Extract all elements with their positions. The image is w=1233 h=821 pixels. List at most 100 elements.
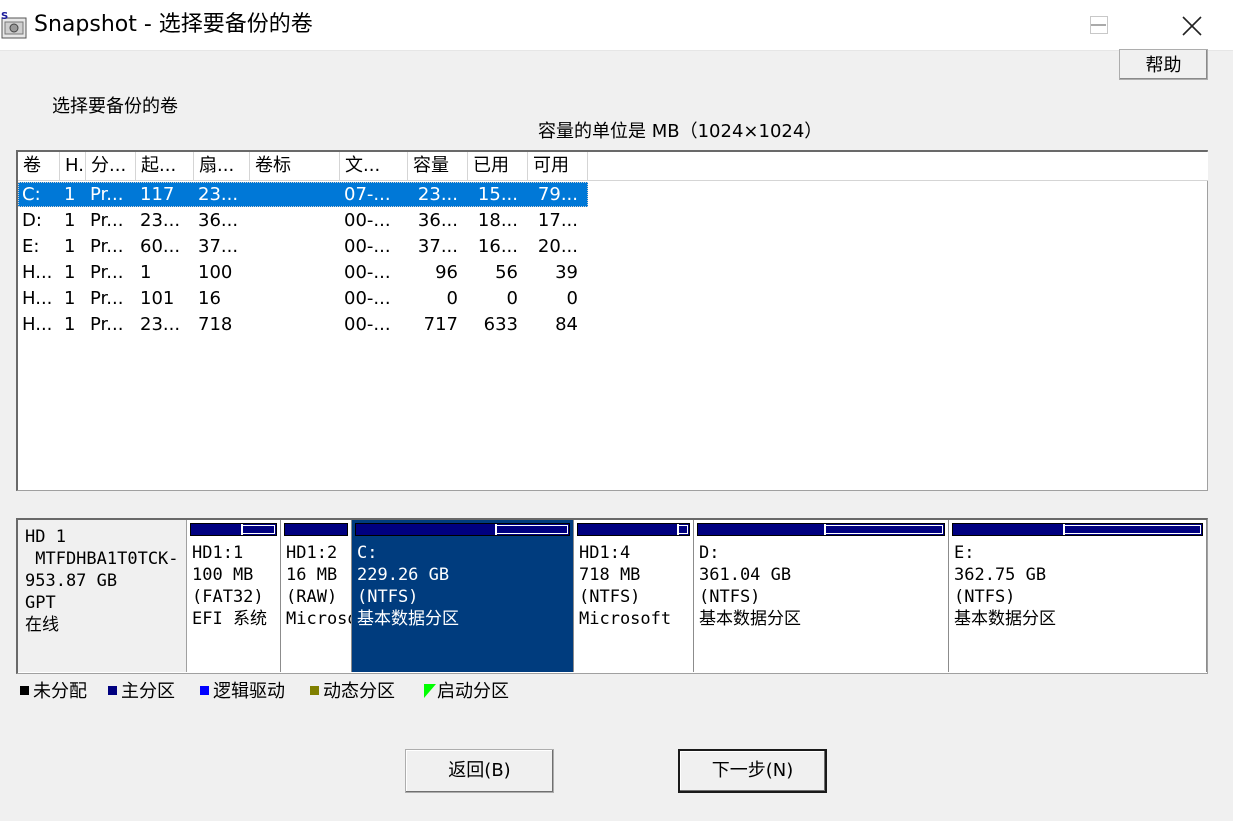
column-header-capacity[interactable]: 容量 xyxy=(408,152,468,180)
partition-line: D: xyxy=(699,543,720,563)
table-cell-free: 39 xyxy=(555,262,578,283)
close-button[interactable] xyxy=(1161,0,1221,50)
partition-hd1-1[interactable]: HD1:1 100 MB (FAT32) EFI 系统 xyxy=(187,520,281,672)
table-row-content: H... 1 Pr... 1 100 00-... 96 56 39 xyxy=(18,260,588,285)
table-cell-sectors: 718 xyxy=(198,314,233,335)
partition-hd1-4[interactable]: HD1:4 718 MB (NTFS) Microsoft xyxy=(574,520,694,672)
partition-usage-bar xyxy=(355,523,570,536)
table-cell-used: 56 xyxy=(495,262,518,283)
partition-line: 基本数据分区 xyxy=(699,609,801,629)
table-cell-start: 23... xyxy=(140,210,181,231)
column-header-sectors[interactable]: 扇... xyxy=(194,152,250,180)
partition-line: E: xyxy=(954,543,975,563)
partition-hd1-2[interactable]: HD1:216 MB(RAW)Microsoft xyxy=(281,520,352,672)
partition-usage-bar xyxy=(577,523,690,536)
table-cell-type: Pr... xyxy=(90,288,124,309)
column-header-used[interactable]: 已用 xyxy=(468,152,528,180)
table-cell-vol: E: xyxy=(22,236,40,257)
next-button[interactable]: 下一步(N) xyxy=(678,749,827,793)
table-cell-type: Pr... xyxy=(90,314,124,335)
table-row-content: H... 1 Pr... 23... 718 00-... 717 633 84 xyxy=(18,312,588,337)
legend-label: 启动分区 xyxy=(437,681,509,702)
table-cell-h: 1 xyxy=(64,314,76,335)
partition-usage-bar xyxy=(190,523,277,536)
partition-usage-bar xyxy=(952,523,1203,536)
column-header-free[interactable]: 可用 xyxy=(528,152,588,180)
table-cell-type: Pr... xyxy=(90,236,124,257)
table-cell-vol: H... xyxy=(22,314,53,335)
table-cell-fs: 00-... xyxy=(344,314,391,335)
partition-text: D: 361.04 GB (NTFS) 基本数据分区 xyxy=(699,542,801,630)
table-cell-label xyxy=(250,286,340,311)
disk-name: HD 1 xyxy=(25,527,66,547)
legend-swatch xyxy=(20,686,29,695)
column-header-filesystem[interactable]: 文... xyxy=(340,152,408,180)
table-cell-start: 101 xyxy=(140,288,175,309)
column-header-label[interactable]: 卷标 xyxy=(250,152,340,180)
column-header-start[interactable]: 起... xyxy=(136,152,194,180)
table-cell-vol: H... xyxy=(22,262,53,283)
partition-line: 16 MB xyxy=(286,565,338,585)
partition-text: C: 229.26 GB (NTFS) 基本数据分区 xyxy=(357,542,459,630)
table-cell-start: 117 xyxy=(140,184,175,205)
table-cell-sectors: 23... xyxy=(198,184,239,205)
table-row[interactable]: C: 1 Pr... 117 23... 07-... 23... 15... 79... xyxy=(18,182,1208,207)
partition-line: (NTFS) xyxy=(954,587,1016,607)
partition-free-space xyxy=(826,525,943,534)
legend-swatch xyxy=(108,686,117,695)
disk-map: HD 1 MTFDHBA1T0TCK- 953.87 GB GPT 在线 HD1… xyxy=(16,518,1208,674)
table-cell-size: 0 xyxy=(446,288,458,309)
table-cell-start: 23... xyxy=(140,314,181,335)
table-cell-fs: 07-... xyxy=(344,184,391,205)
partition-text: HD1:216 MB(RAW)Microsoft xyxy=(286,542,351,630)
table-cell-used: 0 xyxy=(506,288,518,309)
table-cell-free: 0 xyxy=(566,288,578,309)
partition-line: 718 MB xyxy=(579,565,641,585)
partition-d[interactable]: D: 361.04 GB (NTFS) 基本数据分区 xyxy=(694,520,949,672)
disk-status: 在线 xyxy=(25,615,59,635)
table-row[interactable]: D: 1 Pr... 23... 36... 00-... 36... 18... 17... xyxy=(18,208,1208,233)
table-cell-size: 717 xyxy=(423,314,458,335)
partition-usage-bar xyxy=(697,523,945,536)
table-cell-vol: H... xyxy=(22,288,53,309)
disk-size: 953.87 GB xyxy=(25,571,118,591)
back-button[interactable]: 返回(B) xyxy=(405,749,554,793)
partition-text: E: 362.75 GB (NTFS) 基本数据分区 xyxy=(954,542,1056,630)
app-icon: S xyxy=(0,10,28,40)
partition-line: HD1:1 xyxy=(192,543,244,563)
table-row[interactable]: E: 1 Pr... 60... 37... 00-... 37... 16... 20... xyxy=(18,234,1208,259)
partition-line: 100 MB xyxy=(192,565,254,585)
help-button[interactable]: 帮助 xyxy=(1119,49,1208,80)
table-cell-sectors: 100 xyxy=(198,262,233,283)
table-cell-size: 37... xyxy=(417,236,458,257)
title-bar: S Snapshot - 选择要备份的卷 xyxy=(0,0,1233,51)
table-cell-label xyxy=(250,182,340,207)
disk-model: MTFDHBA1T0TCK- xyxy=(25,549,179,569)
legend-label: 动态分区 xyxy=(323,681,395,702)
partition-line: (RAW) xyxy=(286,587,338,607)
table-row[interactable]: H... 1 Pr... 23... 718 00-... 717 633 84 xyxy=(18,312,1208,337)
maximize-button[interactable] xyxy=(1069,0,1129,50)
column-header-volume[interactable]: 卷 xyxy=(18,152,60,180)
partition-line: HD1:2 xyxy=(286,543,338,563)
legend-swatch xyxy=(200,686,209,695)
partition-c[interactable]: C: 229.26 GB (NTFS) 基本数据分区 xyxy=(352,520,574,672)
partition-free-space xyxy=(497,525,568,534)
partition-e[interactable]: E: 362.75 GB (NTFS) 基本数据分区 xyxy=(949,520,1207,672)
table-cell-label xyxy=(250,260,340,285)
table-cell-label xyxy=(250,234,340,259)
column-header-hd[interactable]: H. xyxy=(60,152,86,180)
table-cell-used: 16... xyxy=(477,236,518,257)
table-cell-used: 18... xyxy=(477,210,518,231)
volume-list[interactable]: 卷 H. 分... 起... 扇... 卷标 文... 容量 已用 可用 C: 1… xyxy=(16,150,1208,491)
table-row[interactable]: H... 1 Pr... 101 16 00-... 0 0 0 xyxy=(18,286,1208,311)
legend-swatch xyxy=(424,684,436,698)
legend-label: 未分配 xyxy=(33,681,87,702)
partition-line: 361.04 GB xyxy=(699,565,792,585)
legend-label: 逻辑驱动 xyxy=(213,681,285,702)
table-row[interactable]: H... 1 Pr... 1 100 00-... 96 56 39 xyxy=(18,260,1208,285)
table-cell-free: 79... xyxy=(537,184,578,205)
volume-list-header: 卷 H. 分... 起... 扇... 卷标 文... 容量 已用 可用 xyxy=(18,152,1208,181)
partition-line: 基本数据分区 xyxy=(357,609,459,629)
column-header-partition-type[interactable]: 分... xyxy=(86,152,136,180)
